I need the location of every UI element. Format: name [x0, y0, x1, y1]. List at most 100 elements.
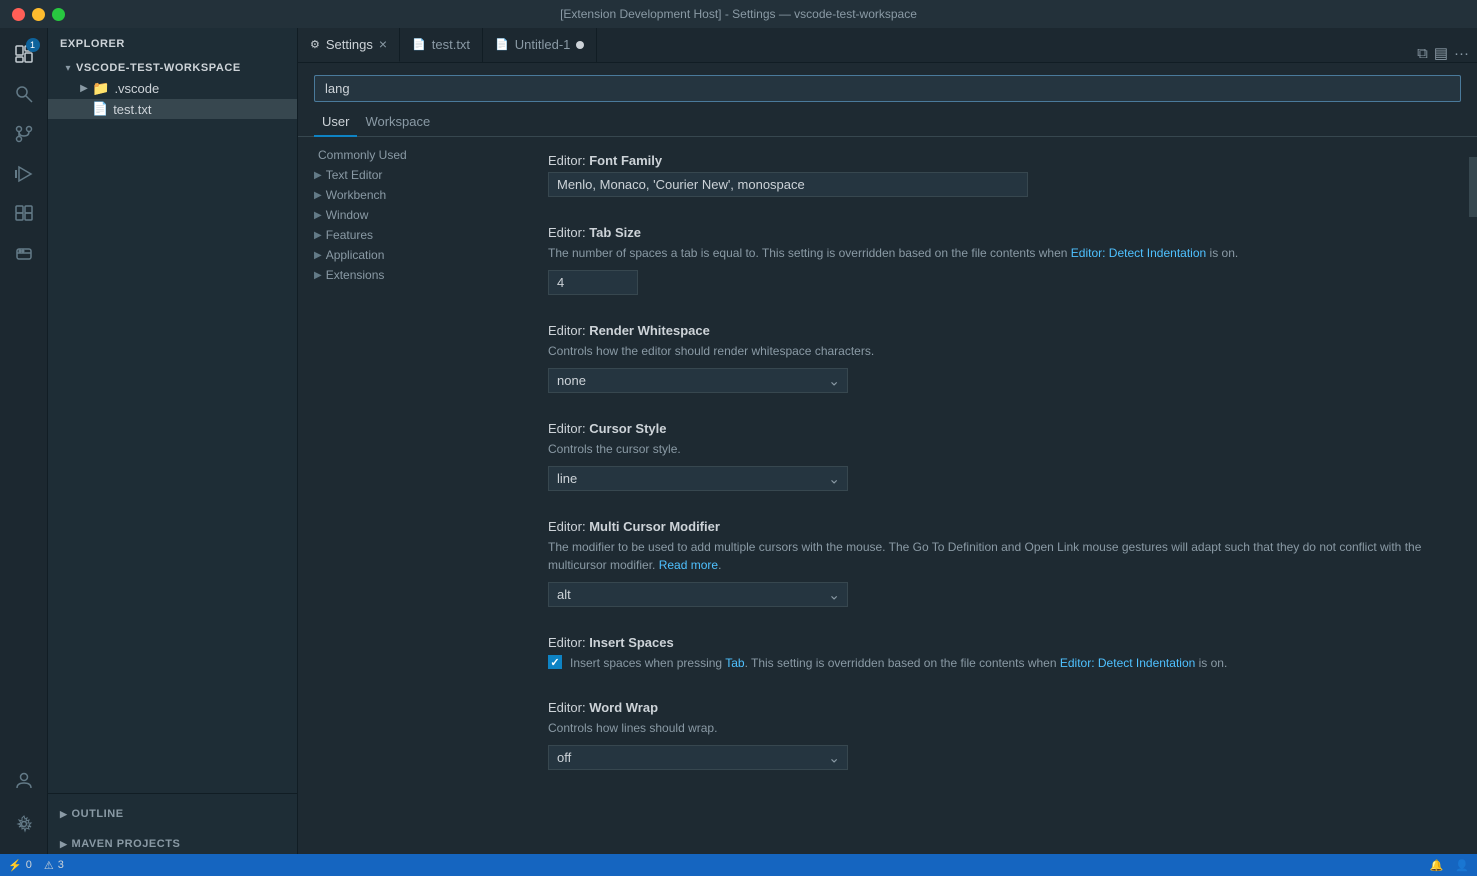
nav-text-editor[interactable]: ▶ Text Editor	[298, 165, 518, 185]
bell-icon: 🔔	[1430, 859, 1444, 872]
error-count-label: 0	[26, 859, 32, 871]
settings-tab-close[interactable]: ×	[379, 37, 387, 51]
setting-insert-spaces: Editor: Insert Spaces Insert spaces when…	[548, 635, 1439, 672]
sidebar-bottom: ▶ OUTLINE ▶ MAVEN PROJECTS	[48, 793, 297, 854]
word-wrap-desc: Controls how lines should wrap.	[548, 719, 1439, 737]
tab-untitled[interactable]: 📄 Untitled-1	[483, 28, 597, 62]
editor-area: ⚙ Settings × 📄 test.txt 📄 Untitled-1 ⧉ ▤…	[298, 28, 1477, 854]
activity-scm[interactable]	[6, 116, 42, 152]
render-whitespace-desc: Controls how the editor should render wh…	[548, 342, 1439, 360]
status-bar: ⚡ 0 ⚠ 3 🔔 👤	[0, 854, 1477, 876]
window-title: [Extension Development Host] - Settings …	[560, 7, 917, 21]
features-label: Features	[326, 228, 373, 242]
test-txt-label: test.txt	[113, 102, 151, 117]
tab-bar: ⚙ Settings × 📄 test.txt 📄 Untitled-1 ⧉ ▤…	[298, 28, 1477, 63]
minimize-button[interactable]	[32, 8, 45, 21]
untitled-tab-label: Untitled-1	[515, 37, 571, 52]
notification-bell[interactable]: 🔔	[1430, 859, 1444, 872]
window-arrow: ▶	[314, 210, 322, 221]
folder-icon: 📁	[92, 80, 109, 97]
font-family-input[interactable]	[548, 172, 1028, 197]
test-txt-file[interactable]: 📄 test.txt	[48, 99, 297, 119]
tab-settings[interactable]: ⚙ Settings ×	[298, 28, 400, 62]
activity-accounts[interactable]	[6, 762, 42, 798]
maximize-button[interactable]	[52, 8, 65, 21]
activity-explorer[interactable]: 1	[6, 36, 42, 72]
outline-section[interactable]: ▶ OUTLINE	[48, 794, 297, 824]
outline-label: OUTLINE	[71, 808, 123, 820]
multi-cursor-select-wrapper: alt ctrlCmd	[548, 582, 848, 607]
commonly-used-label: Commonly Used	[318, 148, 407, 162]
workspace-tab[interactable]: Workspace	[357, 110, 438, 137]
insert-spaces-label: Insert spaces when pressing Tab. This se…	[570, 654, 1227, 672]
more-actions-icon[interactable]: ···	[1454, 45, 1469, 62]
tab-size-title: Editor: Tab Size	[548, 225, 1439, 240]
file-icon: 📄	[92, 101, 108, 117]
outline-arrow: ▶	[60, 809, 67, 820]
nav-commonly-used[interactable]: Commonly Used	[298, 145, 518, 165]
extensions-arrow: ▶	[314, 270, 322, 281]
nav-workbench[interactable]: ▶ Workbench	[298, 185, 518, 205]
maven-section[interactable]: ▶ MAVEN PROJECTS	[48, 824, 297, 854]
text-editor-arrow: ▶	[314, 170, 322, 181]
folder-arrow: ▾	[60, 60, 76, 76]
explorer-badge: 1	[26, 38, 40, 52]
extensions-label: Extensions	[326, 268, 385, 282]
application-arrow: ▶	[314, 250, 322, 261]
cursor-style-desc: Controls the cursor style.	[548, 440, 1439, 458]
activity-extensions[interactable]	[6, 196, 42, 232]
activity-search[interactable]	[6, 76, 42, 112]
tab-bar-actions: ⧉ ▤ ···	[1409, 44, 1477, 62]
setting-tab-size: Editor: Tab Size The number of spaces a …	[548, 225, 1439, 295]
window-label: Window	[326, 208, 369, 222]
settings-main: Editor: Font Family Editor: Tab Size The…	[518, 137, 1469, 854]
cursor-style-select[interactable]: line block underline line-thin block-out…	[548, 466, 848, 491]
user-tab[interactable]: User	[314, 110, 357, 137]
error-count[interactable]: ⚡ 0	[8, 859, 32, 872]
sidebar-title: EXPLORER	[48, 28, 297, 58]
multi-cursor-title: Editor: Multi Cursor Modifier	[548, 519, 1439, 534]
multi-cursor-select[interactable]: alt ctrlCmd	[548, 582, 848, 607]
settings-tab-icon: ⚙	[310, 38, 320, 51]
scrollbar-thumb[interactable]	[1469, 157, 1477, 217]
layout-icon[interactable]: ▤	[1434, 44, 1448, 62]
settings-body: Commonly Used ▶ Text Editor ▶ Workbench …	[298, 137, 1477, 854]
vscode-folder[interactable]: ▶ 📁 .vscode	[48, 78, 297, 99]
word-wrap-select[interactable]: off on wordWrapColumn bounded	[548, 745, 848, 770]
tab-size-input[interactable]	[548, 270, 638, 295]
close-button[interactable]	[12, 8, 25, 21]
workbench-label: Workbench	[326, 188, 386, 202]
warning-count[interactable]: ⚠ 3	[44, 859, 64, 872]
search-input[interactable]	[314, 75, 1461, 102]
settings-nav: Commonly Used ▶ Text Editor ▶ Workbench …	[298, 137, 518, 854]
nav-extensions[interactable]: ▶ Extensions	[298, 265, 518, 285]
nav-window[interactable]: ▶ Window	[298, 205, 518, 225]
remote-status[interactable]: 👤	[1455, 859, 1469, 872]
sidebar: EXPLORER ▾ VSCODE-TEST-WORKSPACE ▶ 📁 .vs…	[48, 28, 298, 854]
activity-run[interactable]	[6, 156, 42, 192]
detect-indentation-link-1[interactable]: Editor: Detect Indentation	[1071, 246, 1206, 260]
settings-panel: User Workspace Commonly Used ▶ Text Edit…	[298, 63, 1477, 854]
insert-spaces-checkbox[interactable]	[548, 655, 562, 669]
insert-spaces-title: Editor: Insert Spaces	[548, 635, 1439, 650]
split-editor-icon[interactable]: ⧉	[1417, 45, 1428, 62]
title-bar: [Extension Development Host] - Settings …	[0, 0, 1477, 28]
remote-icon: 👤	[1455, 859, 1469, 872]
tab-link[interactable]: Tab	[725, 656, 744, 670]
activity-remote[interactable]	[6, 236, 42, 272]
workspace-folder-label: VSCODE-TEST-WORKSPACE	[76, 62, 241, 74]
render-whitespace-select[interactable]: none boundary selection trailing all	[548, 368, 848, 393]
scrollbar-track[interactable]	[1469, 137, 1477, 854]
read-more-link[interactable]: Read more	[659, 558, 718, 572]
workspace-folder[interactable]: ▾ VSCODE-TEST-WORKSPACE	[48, 58, 297, 78]
nav-features[interactable]: ▶ Features	[298, 225, 518, 245]
vscode-folder-label: .vscode	[114, 81, 159, 96]
nav-application[interactable]: ▶ Application	[298, 245, 518, 265]
maven-arrow: ▶	[60, 839, 67, 850]
activity-settings[interactable]	[6, 806, 42, 842]
test-txt-tab-label: test.txt	[432, 37, 470, 52]
multi-cursor-desc: The modifier to be used to add multiple …	[548, 538, 1439, 574]
detect-indentation-link-2[interactable]: Editor: Detect Indentation	[1060, 656, 1195, 670]
text-editor-label: Text Editor	[326, 168, 383, 182]
tab-test-txt[interactable]: 📄 test.txt	[400, 28, 483, 62]
